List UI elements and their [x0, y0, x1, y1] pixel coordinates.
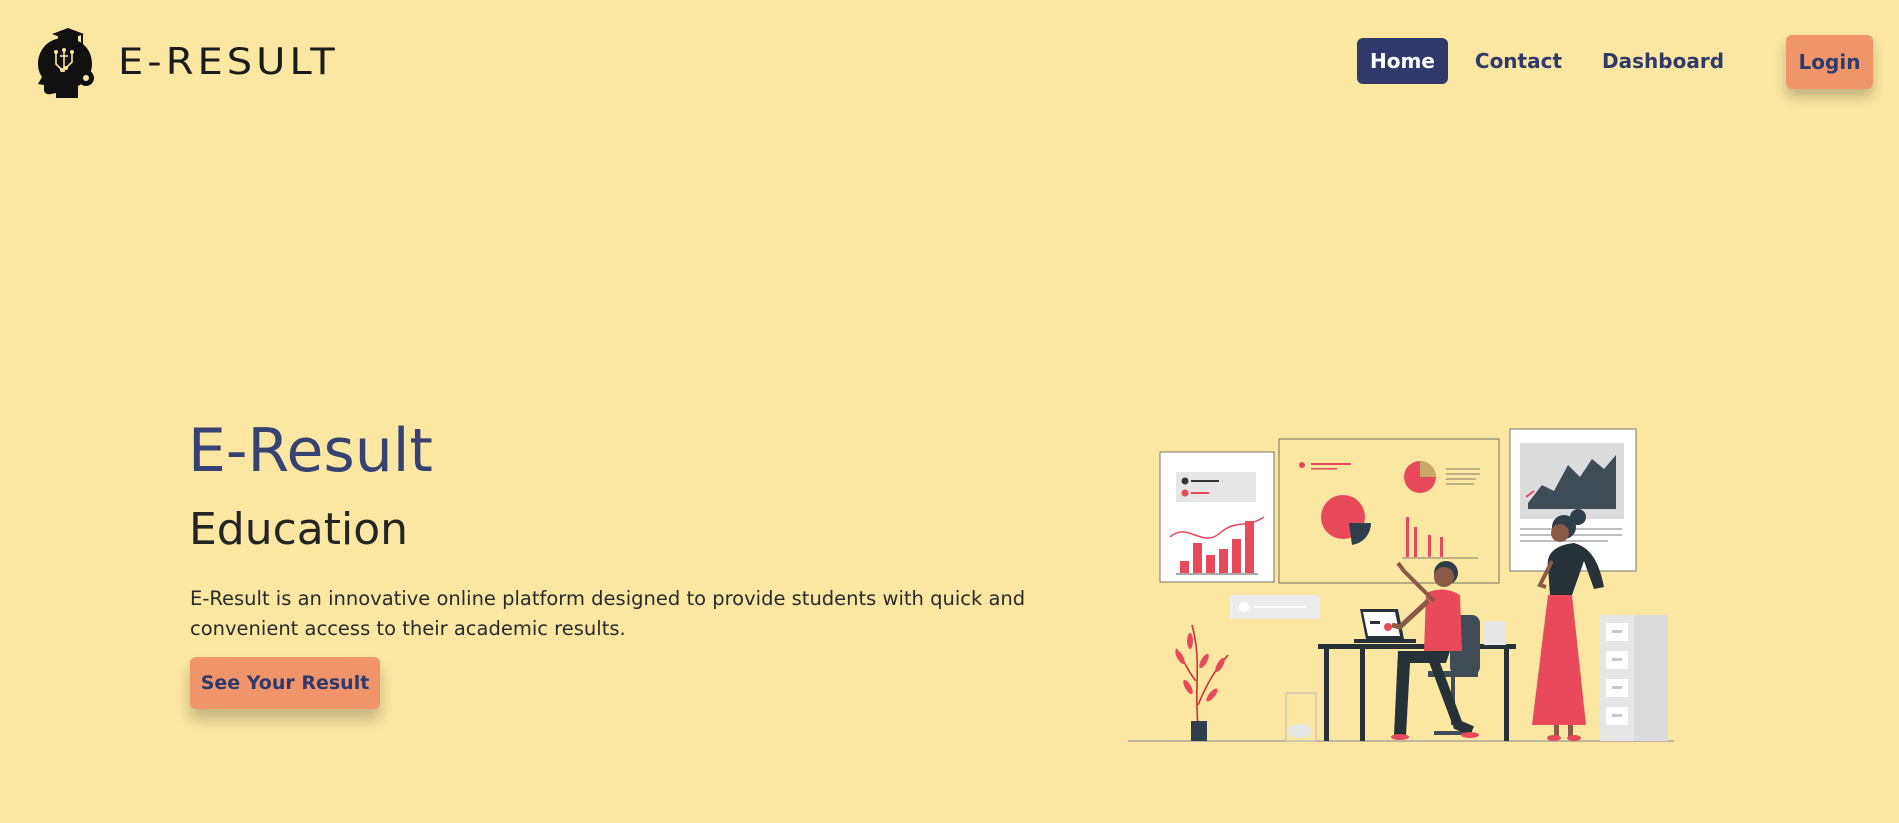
see-result-button[interactable]: See Your Result — [190, 657, 380, 709]
data-analytics-illustration — [1128, 428, 1674, 742]
hero-subtitle: Education — [189, 504, 409, 555]
nav-dashboard[interactable]: Dashboard — [1589, 38, 1737, 84]
hero-title: E-Result — [188, 416, 433, 486]
brand-logo[interactable]: E-RESULT — [34, 26, 339, 98]
graduate-head-logo-icon — [38, 28, 94, 98]
hero-description: E-Result is an innovative online platfor… — [190, 587, 1026, 640]
login-button[interactable]: Login — [1786, 35, 1873, 89]
nav-home[interactable]: Home — [1357, 38, 1448, 84]
brand-name: E-RESULT — [118, 40, 339, 84]
nav-contact[interactable]: Contact — [1462, 38, 1575, 84]
main-nav: Home Contact Dashboard — [1357, 38, 1737, 84]
